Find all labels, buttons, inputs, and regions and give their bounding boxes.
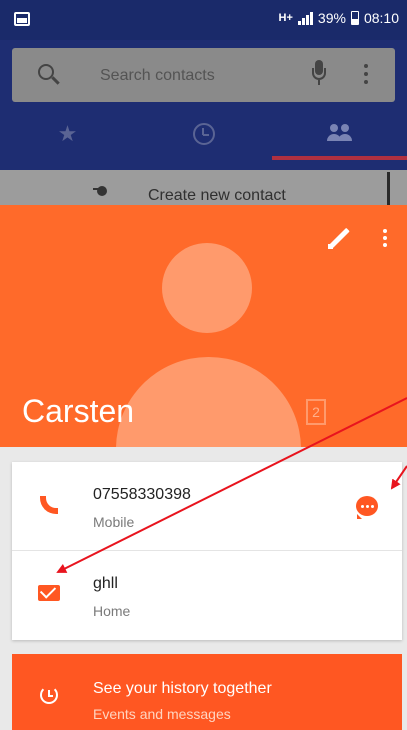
scrollbar[interactable] xyxy=(387,172,390,205)
people-icon xyxy=(326,124,353,142)
message-icon[interactable] xyxy=(356,496,378,519)
tab-favorites[interactable]: ★ xyxy=(0,110,135,160)
clock-time: 08:10 xyxy=(363,10,399,26)
search-bar[interactable]: Search contacts xyxy=(12,48,395,102)
search-icon[interactable] xyxy=(38,64,54,80)
history-card[interactable]: See your history together Events and mes… xyxy=(12,654,402,730)
microphone-icon[interactable] xyxy=(312,60,326,90)
contacts-app-background: Search contacts ★ Create new contact xyxy=(0,40,407,205)
email-row[interactable]: ghll Home xyxy=(12,551,402,640)
gallery-notification-icon xyxy=(14,12,30,26)
contact-header: Carsten 2 xyxy=(0,205,407,447)
network-type: H+ xyxy=(278,12,293,24)
tab-recents[interactable] xyxy=(136,110,271,160)
add-person-icon xyxy=(93,186,113,198)
phone-icon xyxy=(38,494,62,518)
signal-icon xyxy=(297,11,313,25)
linked-contacts-badge: 2 xyxy=(306,399,326,425)
email-icon xyxy=(38,585,60,601)
edit-icon[interactable] xyxy=(328,227,350,249)
active-tab-indicator xyxy=(272,156,407,160)
email-type: Home xyxy=(93,603,131,619)
create-contact-row[interactable]: Create new contact xyxy=(0,170,407,205)
tab-contacts[interactable] xyxy=(272,110,407,160)
phone-type: Mobile xyxy=(93,514,135,530)
clock-icon xyxy=(192,123,215,145)
search-placeholder[interactable]: Search contacts xyxy=(100,67,215,85)
history-subtitle: Events and messages xyxy=(93,706,231,722)
phone-row[interactable]: 07558330398 Mobile xyxy=(12,462,402,551)
status-indicators: H+ 39% 08:10 xyxy=(279,10,399,26)
history-title: See your history together xyxy=(93,680,272,697)
more-options-icon[interactable] xyxy=(364,64,368,88)
create-contact-label: Create new contact xyxy=(148,187,286,204)
status-bar: H+ 39% 08:10 xyxy=(0,0,407,40)
contact-details-card: 07558330398 Mobile ghll Home xyxy=(12,462,402,640)
star-icon: ★ xyxy=(57,121,78,146)
battery-percent: 39% xyxy=(317,10,346,26)
battery-icon xyxy=(350,11,359,25)
contact-name: Carsten xyxy=(22,393,135,429)
more-options-icon[interactable] xyxy=(383,229,387,250)
tab-bar: ★ xyxy=(0,110,407,160)
email-address: ghll xyxy=(93,575,118,592)
phone-number: 07558330398 xyxy=(93,486,191,503)
history-icon xyxy=(40,686,58,704)
